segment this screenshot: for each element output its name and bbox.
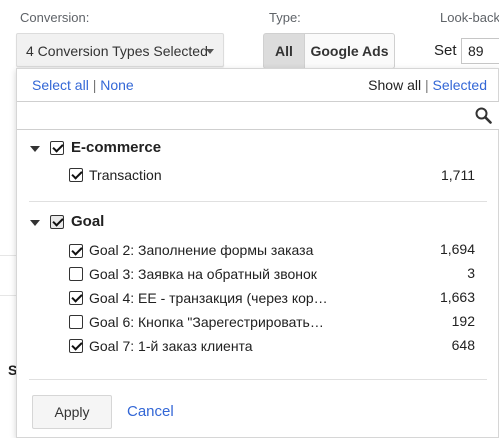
footer-divider [29, 379, 487, 380]
group-title-ecommerce: E-commerce [71, 139, 162, 156]
item-checkbox[interactable] [69, 267, 83, 281]
group-title-goal: Goal [71, 213, 105, 230]
search-icon[interactable] [475, 107, 492, 124]
conversion-label: Conversion: [20, 10, 90, 25]
type-google-ads-button[interactable]: Google Ads [304, 33, 395, 69]
item-label: Goal 6: Кнопка "Зарегестрировать… [89, 314, 324, 330]
item-label: Transaction [89, 167, 162, 183]
item-count: 1,694 [439, 241, 475, 257]
link-separator: | [92, 77, 97, 93]
selection-links: Select all | None [32, 77, 134, 93]
group-checkbox-ecommerce[interactable] [50, 141, 64, 155]
show-all-link[interactable]: Show all [368, 77, 421, 93]
item-count: 1,663 [439, 289, 475, 305]
item-label: Goal 3: Заявка на обратный звонок [89, 266, 317, 282]
set-label: Set [434, 42, 457, 59]
item-checkbox[interactable] [69, 168, 83, 182]
search-input[interactable] [21, 105, 465, 128]
select-none-link[interactable]: None [100, 77, 133, 93]
filter-links: Show all | Selected [368, 77, 487, 93]
select-all-link[interactable]: Select all [32, 77, 89, 93]
item-count: 192 [451, 313, 475, 329]
item-count: 648 [451, 337, 475, 353]
apply-button[interactable]: Apply [32, 395, 112, 429]
type-label: Type: [269, 10, 301, 25]
item-count: 3 [467, 265, 475, 281]
item-checkbox[interactable] [69, 339, 83, 353]
lookback-input[interactable] [461, 38, 499, 64]
collapse-toggle-icon[interactable] [30, 220, 40, 226]
item-checkbox[interactable] [69, 315, 83, 329]
group-checkbox-goal[interactable] [50, 215, 64, 229]
item-count: 1,711 [441, 167, 475, 183]
cancel-link[interactable]: Cancel [127, 403, 174, 420]
item-checkbox[interactable] [69, 291, 83, 305]
lookback-label: Look-back [440, 10, 499, 25]
background-divider [0, 295, 16, 296]
conversion-dropdown-value: 4 Conversion Types Selected [26, 43, 208, 59]
group-divider [29, 201, 487, 202]
show-selected-link[interactable]: Selected [433, 77, 487, 93]
conversion-dropdown[interactable]: 4 Conversion Types Selected [16, 33, 224, 67]
link-separator: | [424, 77, 429, 93]
item-label: Goal 7: 1-й заказ клиента [89, 338, 253, 354]
type-all-button[interactable]: All [263, 33, 305, 69]
item-label: Goal 2: Заполнение формы заказа [89, 242, 314, 258]
item-checkbox[interactable] [69, 244, 83, 258]
chevron-down-icon [206, 49, 214, 54]
conversion-types-panel: Select all | None Show all | Selected E-… [16, 68, 499, 438]
item-label: Goal 4: EE - транзакция (через кор… [89, 290, 328, 306]
search-field [17, 101, 499, 130]
collapse-toggle-icon[interactable] [30, 146, 40, 152]
background-divider [0, 255, 16, 256]
